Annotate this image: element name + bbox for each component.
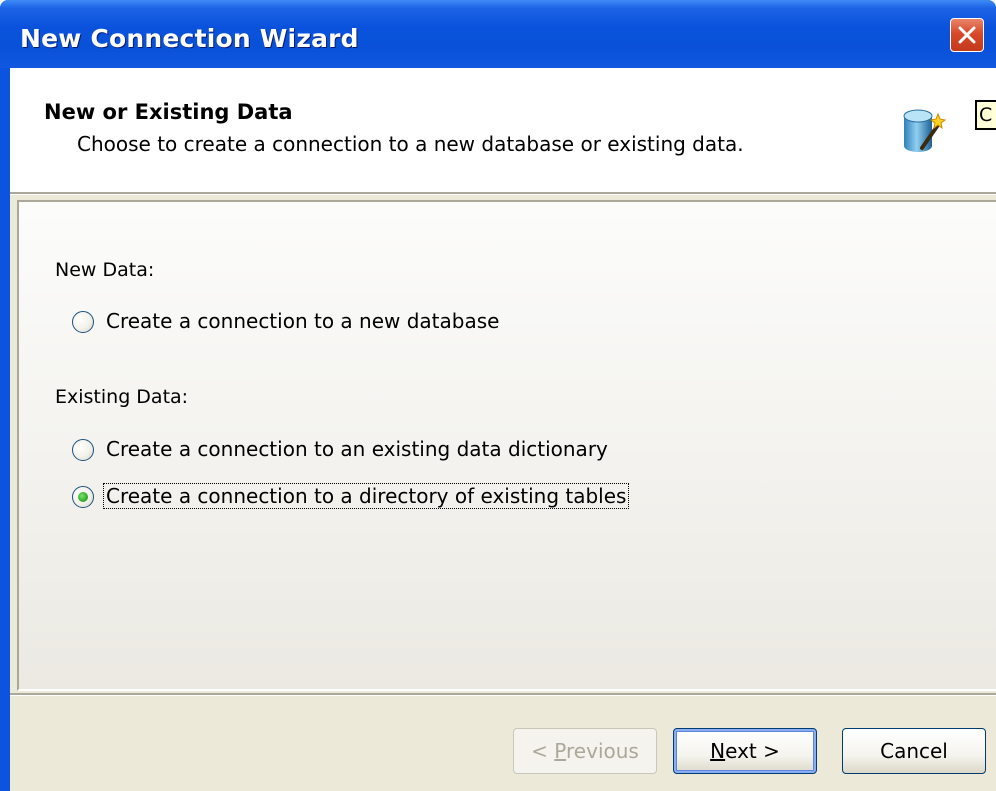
wizard-header: New or Existing Data Choose to create a …	[10, 68, 996, 192]
close-icon	[958, 26, 976, 44]
next-rest: ext >	[725, 739, 780, 763]
page-title: New or Existing Data	[44, 100, 293, 124]
previous-button[interactable]: < Previous	[513, 728, 657, 774]
header-divider	[10, 192, 996, 195]
title-bar[interactable]: New Connection Wizard	[0, 0, 996, 68]
radio-label: Create a connection to a directory of ex…	[102, 483, 630, 509]
dialog-body: New or Existing Data Choose to create a …	[10, 68, 996, 791]
radio-label: Create a connection to a new database	[106, 309, 500, 333]
radio-button[interactable]	[72, 311, 94, 333]
wizard-window: New Connection Wizard New or Existing Da…	[0, 0, 996, 791]
options-panel: New Data: Create a connection to a new d…	[17, 200, 996, 691]
radio-button-selected[interactable]	[72, 486, 94, 508]
radio-existing-dictionary[interactable]: Create a connection to an existing data …	[72, 436, 608, 466]
radio-label: Create a connection to an existing data …	[106, 437, 608, 461]
radio-existing-tables[interactable]: Create a connection to a directory of ex…	[72, 483, 630, 513]
cancel-button[interactable]: Cancel	[842, 728, 986, 774]
cancel-label: Cancel	[880, 739, 948, 763]
next-mnemonic: N	[710, 739, 726, 763]
radio-button[interactable]	[72, 439, 94, 461]
new-data-label: New Data:	[55, 259, 155, 281]
close-button[interactable]	[950, 18, 984, 52]
existing-data-label: Existing Data:	[55, 386, 189, 408]
page-subtitle: Choose to create a connection to a new d…	[77, 132, 744, 156]
window-title: New Connection Wizard	[20, 24, 359, 53]
next-button[interactable]: Next >	[673, 728, 817, 774]
previous-prefix: <	[531, 739, 555, 763]
previous-rest: revious	[566, 739, 639, 763]
radio-selected-dot	[78, 492, 88, 502]
database-wand-icon	[903, 109, 947, 152]
previous-mnemonic: P	[554, 739, 567, 763]
button-divider	[10, 693, 996, 696]
clipped-tooltip: C	[975, 100, 996, 130]
radio-new-database[interactable]: Create a connection to a new database	[72, 308, 499, 338]
